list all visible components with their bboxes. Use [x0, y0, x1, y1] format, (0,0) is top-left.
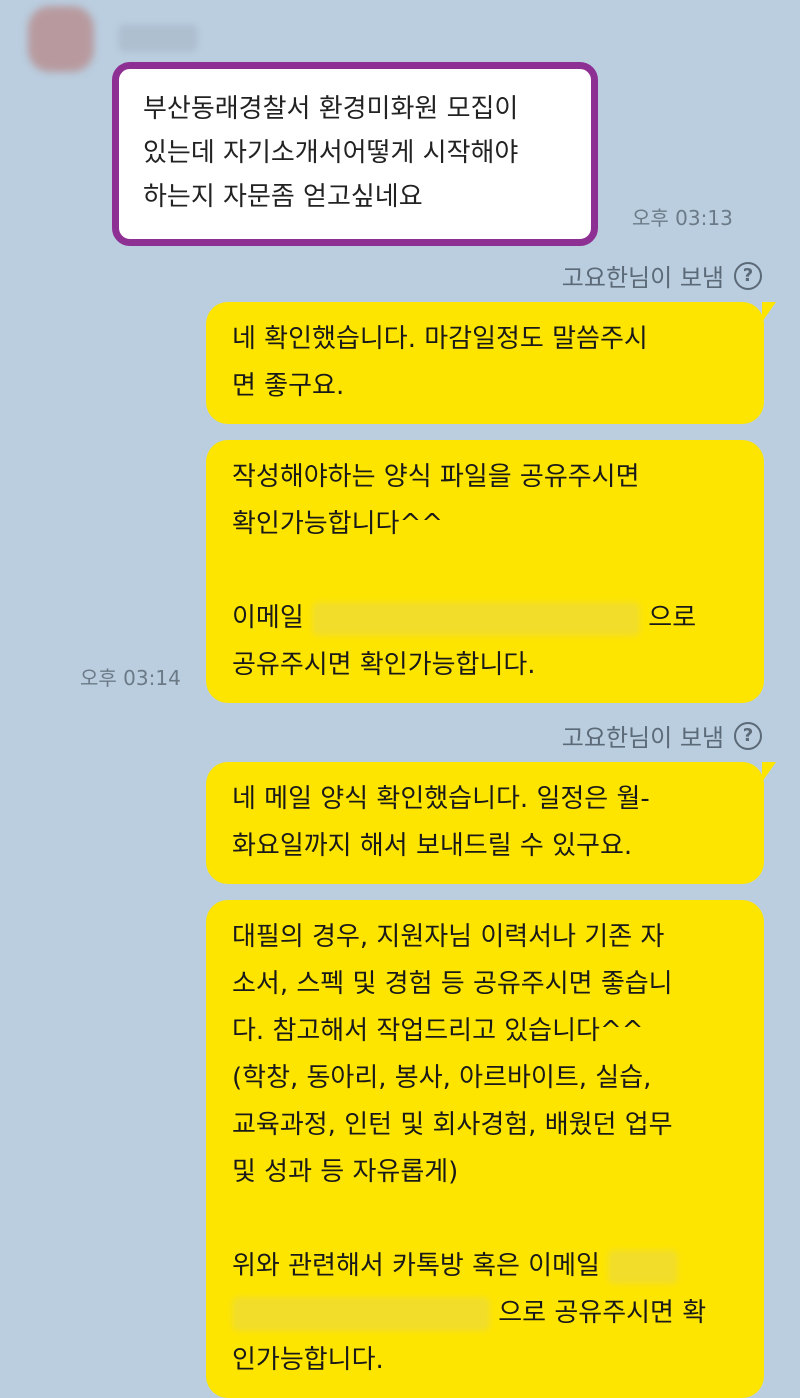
outgoing-message-time: 오후 03:14: [80, 666, 181, 690]
redacted-email: [608, 1249, 679, 1284]
outgoing-message-bubble: 네 메일 양식 확인했습니다. 일정은 월- 화요일까지 해서 보내드릴 수 있…: [206, 762, 776, 884]
outgoing-message-bubble: 작성해야하는 양식 파일을 공유주시면 확인가능합니다^^ 이메일 으로 공유주…: [206, 440, 764, 703]
message-paragraph: 이메일 으로: [232, 595, 746, 642]
outgoing-message-bubble: 네 확인했습니다. 마감일정도 말씀주시 면 좋구요.: [206, 302, 776, 424]
outgoing-message-bubble: 대필의 경우, 지원자님 이력서나 기존 자 소서, 스펙 및 경험 등 공유주…: [206, 900, 764, 1398]
message-text: 으로: [648, 603, 697, 633]
message-text: 위와 관련해서 카톡방 혹은 이메일: [232, 1251, 600, 1281]
redacted-email: [232, 1296, 490, 1331]
sent-by-label: 고요한님이 보냄: [561, 724, 724, 752]
message-paragraph: 인가능합니다.: [232, 1345, 384, 1375]
help-icon[interactable]: ?: [734, 721, 762, 750]
redacted-email: [312, 601, 641, 636]
message-paragraph: 위와 관련해서 카톡방 혹은 이메일 으로 공유주시면 확: [232, 1243, 746, 1337]
message-paragraph: 작성해야하는 양식 파일을 공유주시면 확인가능합니다^^: [232, 462, 640, 539]
help-icon[interactable]: ?: [734, 261, 762, 290]
incoming-message-time: 오후 03:13: [632, 206, 733, 230]
message-paragraph: 대필의 경우, 지원자님 이력서나 기존 자 소서, 스펙 및 경험 등 공유주…: [232, 922, 673, 1187]
sent-by-label: 고요한님이 보냄: [561, 264, 724, 292]
sender-name-blurred: [118, 24, 198, 52]
message-text: 이메일: [232, 603, 304, 633]
message-paragraph: 공유주시면 확인가능합니다.: [232, 650, 536, 680]
sender-avatar[interactable]: [28, 6, 94, 72]
message-text: 으로 공유주시면 확: [498, 1298, 707, 1328]
sent-by-row-2: 고요한님이 보냄 ?: [562, 718, 762, 753]
incoming-message-bubble: 부산동래경찰서 환경미화원 모집이 있는데 자기소개서어떻게 시작해야 하는지 …: [112, 62, 598, 246]
sent-by-row-1: 고요한님이 보냄 ?: [562, 258, 762, 293]
